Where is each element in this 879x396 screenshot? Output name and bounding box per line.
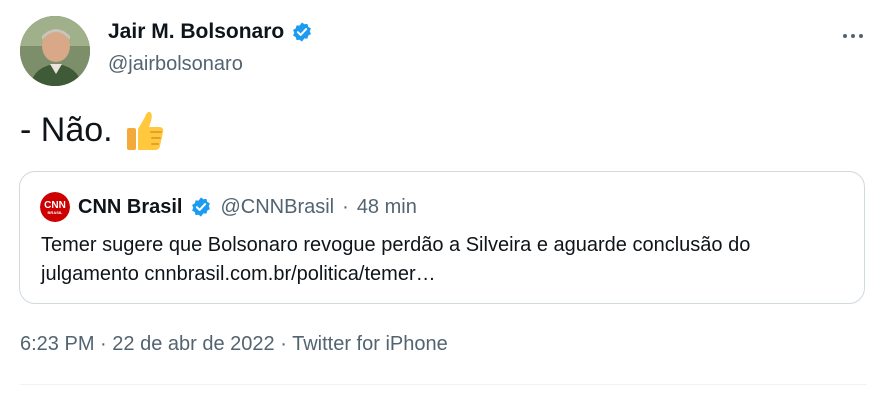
quoted-tweet-time: 48 min [356,195,417,218]
tweet-metadata: 6:23 PM · 22 de abr de 2022 · Twitter fo… [20,333,448,356]
tweet-text: - Não. [20,108,165,152]
separator-dot: · [342,195,349,218]
author-handle[interactable]: @jairbolsonaro [108,53,243,76]
tweet-date[interactable]: 22 de abr de 2022 [112,333,274,355]
author-name[interactable]: Jair M. Bolsonaro [108,20,313,44]
separator-dot: · [100,333,107,355]
dot [843,34,847,38]
quoted-tweet-text-line: julgamento cnnbrasil.com.br/politica/tem… [41,263,436,285]
quoted-tweet-text-line: Temer sugere que Bolsonaro revogue perdã… [41,234,751,256]
quoted-tweet-header: CNN BRASIL CNN Brasil @CNNBrasil · 48 mi… [40,192,417,222]
tweet-source[interactable]: Twitter for iPhone [292,333,448,355]
author-name-text: Jair M. Bolsonaro [108,20,285,43]
author-avatar[interactable] [20,16,90,86]
tweet-text-content: - Não. [20,110,113,149]
cnn-logo-subtext: BRASIL [48,210,63,215]
quoted-tweet[interactable]: CNN BRASIL CNN Brasil @CNNBrasil · 48 mi… [19,171,865,304]
thumbs-up-icon [125,108,165,152]
verified-badge-icon [291,21,313,43]
divider [20,384,867,385]
quoted-author-name: CNN Brasil [78,195,183,218]
dot [851,34,855,38]
avatar-image [20,16,90,86]
separator-dot: · [280,333,287,355]
quoted-author-handle: @CNNBrasil [220,195,335,218]
quoted-tweet-text: Temer sugere que Bolsonaro revogue perdã… [41,231,841,289]
dot [859,34,863,38]
more-options-icon[interactable] [836,26,870,46]
tweet-time[interactable]: 6:23 PM [20,333,94,355]
verified-badge-icon [190,196,212,218]
cnn-logo-icon: CNN BRASIL [40,192,70,222]
